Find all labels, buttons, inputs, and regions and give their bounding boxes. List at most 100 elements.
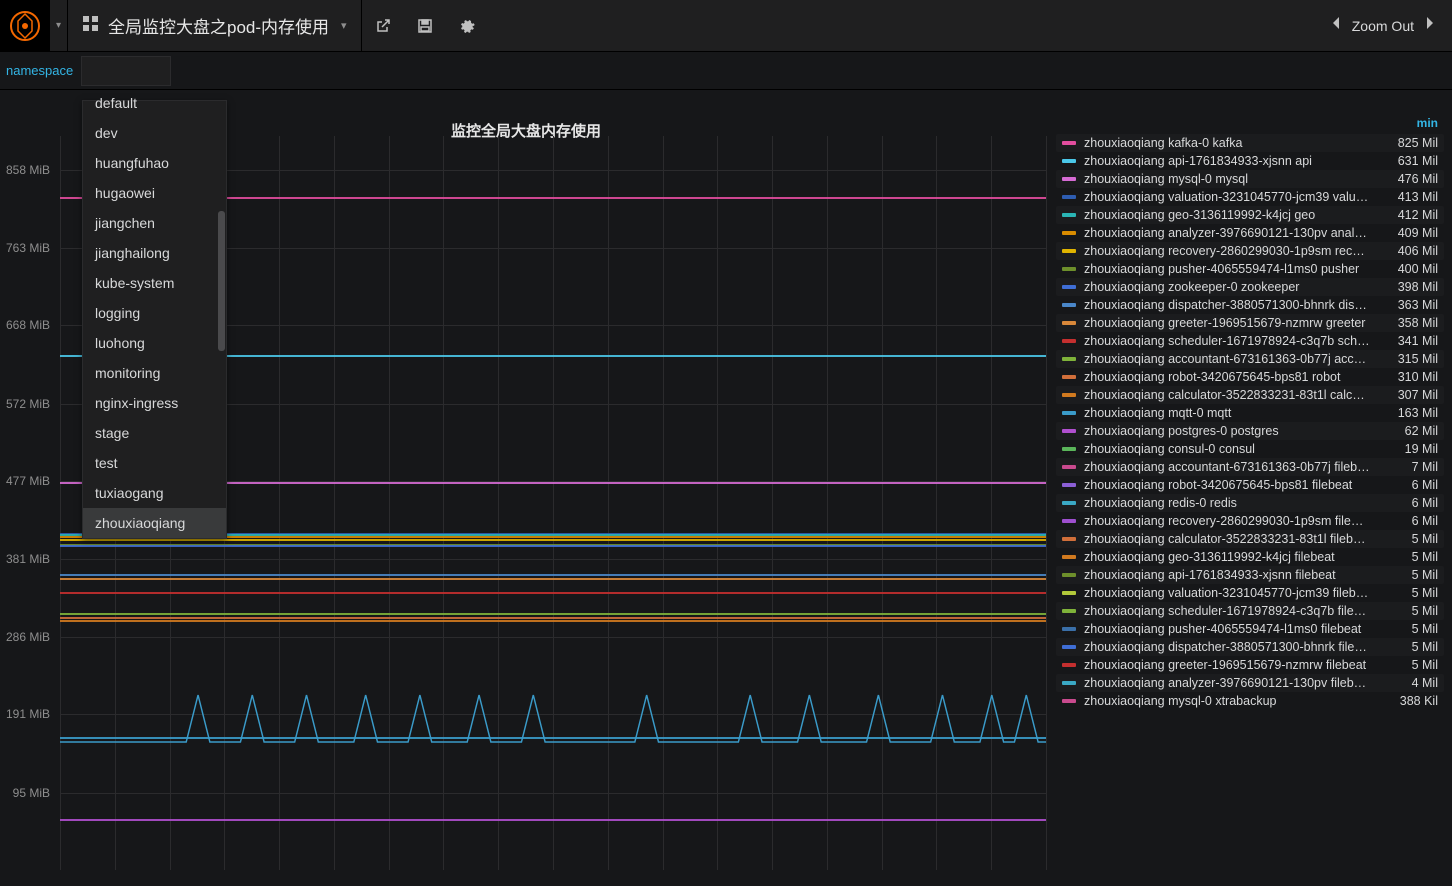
legend-series-name: zhouxiaoqiang dispatcher-3880571300-bhnr… [1084, 298, 1370, 312]
grafana-logo[interactable] [0, 0, 50, 52]
dropdown-option[interactable]: huangfuhao [83, 148, 226, 178]
legend-series-value: 5 Mil [1378, 622, 1438, 636]
legend-row[interactable]: zhouxiaoqiang valuation-3231045770-jcm39… [1056, 584, 1444, 602]
share-button[interactable] [362, 0, 404, 52]
legend-row[interactable]: zhouxiaoqiang greeter-1969515679-nzmrw g… [1056, 314, 1444, 332]
zoom-out-button[interactable]: Zoom Out [1352, 18, 1414, 34]
dashboard-grid-icon [82, 15, 100, 36]
dashboard-picker[interactable]: 全局监控大盘之pod-内存使用 ▾ [68, 0, 362, 52]
brand-caret-icon[interactable]: ▾ [50, 0, 68, 52]
gridline-v [991, 136, 992, 870]
legend-row[interactable]: zhouxiaoqiang scheduler-1671978924-c3q7b… [1056, 602, 1444, 620]
legend-series-name: zhouxiaoqiang api-1761834933-xjsnn api [1084, 154, 1370, 168]
legend-row[interactable]: zhouxiaoqiang api-1761834933-xjsnn fileb… [1056, 566, 1444, 584]
variable-value-namespace[interactable] [81, 56, 171, 86]
legend-swatch [1062, 627, 1076, 631]
legend-row[interactable]: zhouxiaoqiang recovery-2860299030-1p9sm … [1056, 512, 1444, 530]
legend-swatch [1062, 699, 1076, 703]
dropdown-option[interactable]: default [83, 95, 226, 118]
settings-button[interactable] [446, 0, 488, 52]
dropdown-option[interactable]: jiangchen [83, 208, 226, 238]
legend-row[interactable]: zhouxiaoqiang analyzer-3976690121-130pv … [1056, 674, 1444, 692]
namespace-dropdown[interactable]: defaultdevhuangfuhaohugaoweijiangchenjia… [82, 100, 227, 539]
legend-series-name: zhouxiaoqiang calculator-3522833231-83t1… [1084, 388, 1370, 402]
legend-swatch [1062, 321, 1076, 325]
y-axis-label: 286 MiB [6, 630, 50, 644]
dropdown-option[interactable]: hugaowei [83, 178, 226, 208]
legend-row[interactable]: zhouxiaoqiang accountant-673161363-0b77j… [1056, 350, 1444, 368]
legend-row[interactable]: zhouxiaoqiang calculator-3522833231-83t1… [1056, 530, 1444, 548]
template-variable-bar: namespace [0, 52, 1452, 90]
legend-swatch [1062, 393, 1076, 397]
legend-series-value: 825 Mil [1378, 136, 1438, 150]
legend-row[interactable]: zhouxiaoqiang zookeeper-0 zookeeper398 M… [1056, 278, 1444, 296]
chart-series-line [60, 613, 1046, 615]
legend-swatch [1062, 555, 1076, 559]
legend-row[interactable]: zhouxiaoqiang dispatcher-3880571300-bhnr… [1056, 296, 1444, 314]
time-back-button[interactable] [1330, 16, 1342, 35]
legend-series-name: zhouxiaoqiang mysql-0 mysql [1084, 172, 1370, 186]
legend-swatch [1062, 177, 1076, 181]
dropdown-option[interactable]: stage [83, 418, 226, 448]
gridline-v [936, 136, 937, 870]
legend-row[interactable]: zhouxiaoqiang pusher-4065559474-l1ms0 fi… [1056, 620, 1444, 638]
legend-series-value: 5 Mil [1378, 640, 1438, 654]
legend-series-name: zhouxiaoqiang valuation-3231045770-jcm39… [1084, 586, 1370, 600]
legend-row[interactable]: zhouxiaoqiang mysql-0 mysql 476 Mil [1056, 170, 1444, 188]
grafana-icon [9, 10, 41, 42]
legend-series-value: 163 Mil [1378, 406, 1438, 420]
legend-series-name: zhouxiaoqiang recovery-2860299030-1p9sm … [1084, 244, 1370, 258]
legend-row[interactable]: zhouxiaoqiang api-1761834933-xjsnn api63… [1056, 152, 1444, 170]
legend-row[interactable]: zhouxiaoqiang postgres-0 postgres62 Mil [1056, 422, 1444, 440]
dropdown-option[interactable]: kube-system [83, 268, 226, 298]
legend-series-name: zhouxiaoqiang redis-0 redis [1084, 496, 1370, 510]
dropdown-scrollbar[interactable] [218, 211, 225, 351]
legend-row[interactable]: zhouxiaoqiang mqtt-0 mqtt163 Mil [1056, 404, 1444, 422]
legend-swatch [1062, 465, 1076, 469]
legend-swatch [1062, 249, 1076, 253]
gear-icon [459, 18, 475, 34]
legend-row[interactable]: zhouxiaoqiang robot-3420675645-bps81 rob… [1056, 368, 1444, 386]
legend-series-name: zhouxiaoqiang kafka-0 kafka [1084, 136, 1370, 150]
time-forward-button[interactable] [1424, 16, 1436, 35]
dropdown-option[interactable]: nginx-ingress [83, 388, 226, 418]
legend-series-name: zhouxiaoqiang recovery-2860299030-1p9sm … [1084, 514, 1370, 528]
save-button[interactable] [404, 0, 446, 52]
legend-row[interactable]: zhouxiaoqiang calculator-3522833231-83t1… [1056, 386, 1444, 404]
legend-series-value: 310 Mil [1378, 370, 1438, 384]
dropdown-option[interactable]: jianghailong [83, 238, 226, 268]
dropdown-option[interactable]: tuxiaogang [83, 478, 226, 508]
legend-swatch [1062, 609, 1076, 613]
legend-row[interactable]: zhouxiaoqiang greeter-1969515679-nzmrw f… [1056, 656, 1444, 674]
variable-label-namespace: namespace [6, 63, 73, 78]
legend-row[interactable]: zhouxiaoqiang mysql-0 xtrabackup388 Kil [1056, 692, 1444, 710]
legend-row[interactable]: zhouxiaoqiang recovery-2860299030-1p9sm … [1056, 242, 1444, 260]
legend-row[interactable]: zhouxiaoqiang pusher-4065559474-l1ms0 pu… [1056, 260, 1444, 278]
legend-row[interactable]: zhouxiaoqiang kafka-0 kafka 825 Mil [1056, 134, 1444, 152]
dropdown-option[interactable]: monitoring [83, 358, 226, 388]
legend-row[interactable]: zhouxiaoqiang geo-3136119992-k4jcj fileb… [1056, 548, 1444, 566]
dropdown-option[interactable]: zhouxiaoqiang [83, 508, 226, 538]
legend-series-value: 341 Mil [1378, 334, 1438, 348]
legend-row[interactable]: zhouxiaoqiang accountant-673161363-0b77j… [1056, 458, 1444, 476]
legend-series-name: zhouxiaoqiang scheduler-1671978924-c3q7b… [1084, 604, 1370, 618]
legend-header-min[interactable]: min [1056, 114, 1444, 134]
dropdown-option[interactable]: logging [83, 298, 226, 328]
legend-row[interactable]: zhouxiaoqiang geo-3136119992-k4jcj geo41… [1056, 206, 1444, 224]
legend-row[interactable]: zhouxiaoqiang scheduler-1671978924-c3q7b… [1056, 332, 1444, 350]
chart-series-line [60, 819, 1046, 821]
legend-row[interactable]: zhouxiaoqiang valuation-3231045770-jcm39… [1056, 188, 1444, 206]
legend-row[interactable]: zhouxiaoqiang analyzer-3976690121-130pv … [1056, 224, 1444, 242]
legend-row[interactable]: zhouxiaoqiang robot-3420675645-bps81 fil… [1056, 476, 1444, 494]
legend-row[interactable]: zhouxiaoqiang consul-0 consul19 Mil [1056, 440, 1444, 458]
dropdown-option[interactable]: test [83, 448, 226, 478]
legend-row[interactable]: zhouxiaoqiang redis-0 redis6 Mil [1056, 494, 1444, 512]
legend-series-value: 476 Mil [1378, 172, 1438, 186]
legend-row[interactable]: zhouxiaoqiang dispatcher-3880571300-bhnr… [1056, 638, 1444, 656]
dropdown-option[interactable]: dev [83, 118, 226, 148]
legend-swatch [1062, 213, 1076, 217]
dropdown-option[interactable]: luohong [83, 328, 226, 358]
top-navbar: ▾ 全局监控大盘之pod-内存使用 ▾ Zoom Out [0, 0, 1452, 52]
chart-series-line [60, 539, 1046, 541]
legend-series-name: zhouxiaoqiang valuation-3231045770-jcm39… [1084, 190, 1370, 204]
